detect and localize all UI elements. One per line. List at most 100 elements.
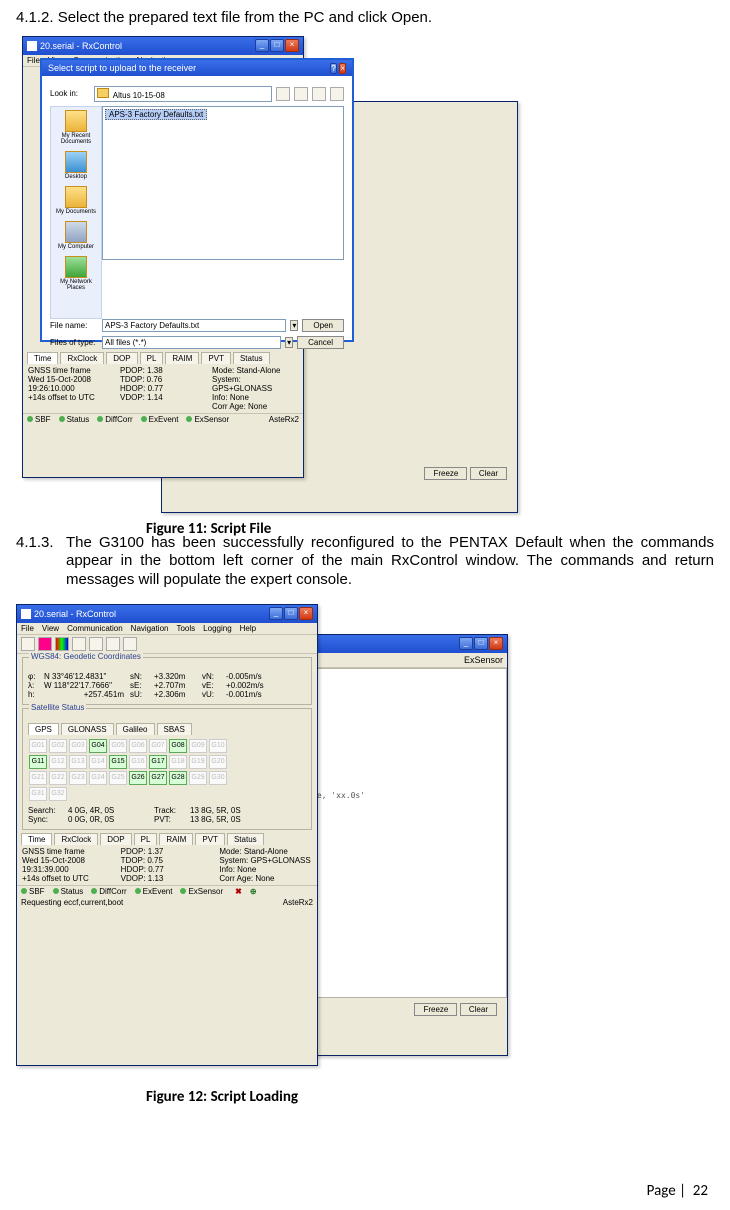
sat-G06[interactable]: G06 <box>129 739 147 753</box>
sat-G25[interactable]: G25 <box>109 771 127 785</box>
filename-input[interactable]: APS-3 Factory Defaults.txt <box>102 319 286 332</box>
place-desktop[interactable]: Desktop <box>53 151 99 180</box>
folder-icon <box>65 110 87 132</box>
nav-up-icon[interactable] <box>294 87 308 101</box>
sat-tab-glonass[interactable]: GLONASS <box>61 723 114 735</box>
cancel-button[interactable]: Cancel <box>297 336 344 349</box>
sat-tab-galileo[interactable]: Galileo <box>116 723 155 735</box>
toolbar-icon[interactable] <box>38 637 52 651</box>
sat-G19[interactable]: G19 <box>189 755 207 769</box>
place-mycomp[interactable]: My Computer <box>53 221 99 250</box>
sat-G09[interactable]: G09 <box>189 739 207 753</box>
toolbar-icon[interactable] <box>106 637 120 651</box>
file-pane[interactable]: APS-3 Factory Defaults.txt <box>102 106 344 260</box>
place-mydocs[interactable]: My Documents <box>53 186 99 215</box>
status-diffcorr: DiffCorr <box>105 415 132 424</box>
freeze-button[interactable]: Freeze <box>424 467 467 480</box>
menu-view[interactable]: View <box>42 624 59 633</box>
sat-G28[interactable]: G28 <box>169 771 187 785</box>
sat-G29[interactable]: G29 <box>189 771 207 785</box>
close-button[interactable]: × <box>489 637 503 650</box>
step-number-413: 4.1.3. <box>16 534 66 590</box>
sat-G02[interactable]: G02 <box>49 739 67 753</box>
dialog-close-button[interactable]: × <box>339 63 346 74</box>
sat-tab-gps[interactable]: GPS <box>28 723 59 735</box>
sat-G04[interactable]: G04 <box>89 739 107 753</box>
sat-G01[interactable]: G01 <box>29 739 47 753</box>
tab-pvt[interactable]: PVT <box>195 833 225 845</box>
freeze-button[interactable]: Freeze <box>414 1003 457 1016</box>
nav-back-icon[interactable] <box>276 87 290 101</box>
toolbar-icon[interactable] <box>72 637 86 651</box>
sat-G12[interactable]: G12 <box>49 755 67 769</box>
close-button[interactable]: × <box>299 607 313 620</box>
menu-file[interactable]: File <box>21 624 34 633</box>
sat-G32[interactable]: G32 <box>49 787 67 801</box>
sat-G07[interactable]: G07 <box>149 739 167 753</box>
menu-comm[interactable]: Communication <box>67 624 123 633</box>
sat-G08[interactable]: G08 <box>169 739 187 753</box>
sat-G18[interactable]: G18 <box>169 755 187 769</box>
toolbar-icon[interactable] <box>21 637 35 651</box>
close-button[interactable]: × <box>285 39 299 52</box>
sat-G24[interactable]: G24 <box>89 771 107 785</box>
menu-logging[interactable]: Logging <box>203 624 231 633</box>
menu-tools[interactable]: Tools <box>176 624 195 633</box>
sat-G21[interactable]: G21 <box>29 771 47 785</box>
tab-rxclock[interactable]: RxClock <box>54 833 98 845</box>
sat-G15[interactable]: G15 <box>109 755 127 769</box>
sat-G14[interactable]: G14 <box>89 755 107 769</box>
nav-view-icon[interactable] <box>330 87 344 101</box>
sat-G26[interactable]: G26 <box>129 771 147 785</box>
nav-newfolder-icon[interactable] <box>312 87 326 101</box>
minimize-button[interactable]: _ <box>459 637 473 650</box>
place-recent[interactable]: My Recent Documents <box>53 110 99 145</box>
menu-nav[interactable]: Navigation <box>131 624 169 633</box>
search-label: Search: <box>28 806 62 815</box>
sat-G17[interactable]: G17 <box>149 755 167 769</box>
clear-button[interactable]: Clear <box>470 467 507 480</box>
toolbar-icon[interactable] <box>55 637 69 651</box>
sat-G23[interactable]: G23 <box>69 771 87 785</box>
status-sbf: SBF <box>29 887 45 896</box>
sat-G03[interactable]: G03 <box>69 739 87 753</box>
statusbar: SBF Status DiffCorr ExEvent ExSensor ✖ ⊕ <box>17 885 317 897</box>
tab-dop[interactable]: DOP <box>100 833 131 845</box>
maximize-button[interactable]: □ <box>270 39 284 52</box>
sat-G20[interactable]: G20 <box>209 755 227 769</box>
tab-status[interactable]: Status <box>227 833 264 845</box>
file-item[interactable]: APS-3 Factory Defaults.txt <box>105 109 207 120</box>
stop-icon[interactable]: ✖ <box>235 887 242 896</box>
filetype-combo[interactable]: All files (*.*) <box>102 336 281 349</box>
help-button[interactable]: ? <box>330 63 336 74</box>
minimize-button[interactable]: _ <box>255 39 269 52</box>
maximize-button[interactable]: □ <box>474 637 488 650</box>
tab-raim[interactable]: RAIM <box>159 833 193 845</box>
tab-pl[interactable]: PL <box>134 833 158 845</box>
combo-arrow-icon[interactable]: ▾ <box>285 337 293 348</box>
time-date: Wed 15-Oct-2008 <box>22 856 115 865</box>
sat-tab-sbas[interactable]: SBAS <box>157 723 192 735</box>
clear-button[interactable]: Clear <box>460 1003 497 1016</box>
lookin-combo[interactable]: Altus 10-15-08 <box>94 86 272 102</box>
combo-arrow-icon[interactable]: ▾ <box>290 320 298 331</box>
maximize-button[interactable]: □ <box>284 607 298 620</box>
sat-G05[interactable]: G05 <box>109 739 127 753</box>
add-icon[interactable]: ⊕ <box>250 887 257 896</box>
menu-file[interactable]: File <box>27 56 40 65</box>
menu-help[interactable]: Help <box>240 624 256 633</box>
sat-G13[interactable]: G13 <box>69 755 87 769</box>
sat-G11[interactable]: G11 <box>29 755 47 769</box>
toolbar-icon[interactable] <box>89 637 103 651</box>
minimize-button[interactable]: _ <box>269 607 283 620</box>
place-network[interactable]: My Network Places <box>53 256 99 291</box>
sat-G10[interactable]: G10 <box>209 739 227 753</box>
sat-G31[interactable]: G31 <box>29 787 47 801</box>
open-button[interactable]: Open <box>302 319 344 332</box>
sat-G27[interactable]: G27 <box>149 771 167 785</box>
toolbar-icon[interactable] <box>123 637 137 651</box>
sat-G30[interactable]: G30 <box>209 771 227 785</box>
sat-G16[interactable]: G16 <box>129 755 147 769</box>
tab-time[interactable]: Time <box>21 833 52 845</box>
sat-G22[interactable]: G22 <box>49 771 67 785</box>
